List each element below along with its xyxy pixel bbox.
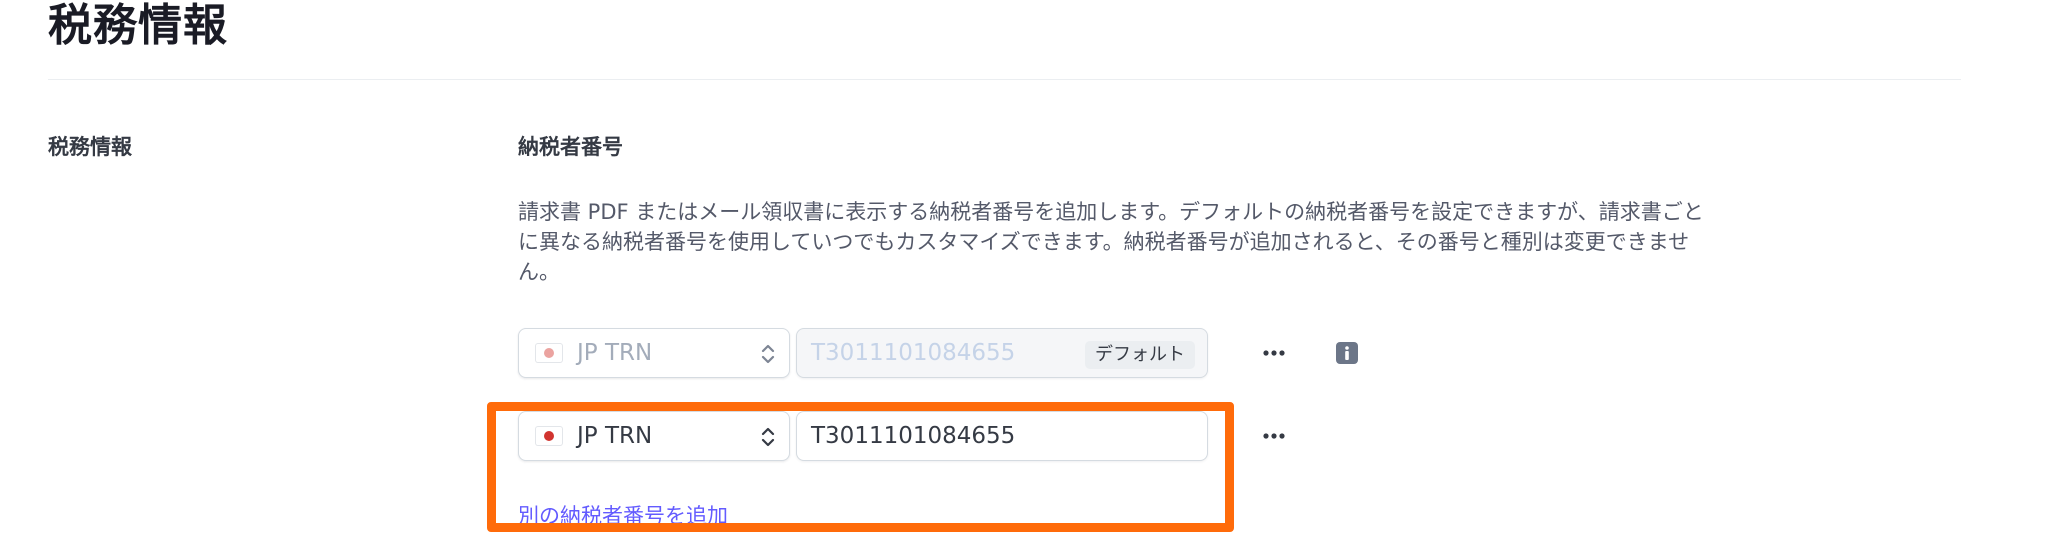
tax-id-type-value: JP TRN	[577, 340, 653, 366]
highlight-annotation	[487, 402, 1234, 532]
divider	[48, 79, 1961, 80]
chevron-up-down-icon	[761, 344, 775, 364]
tax-settings-page: 税務情報 税務情報 納税者番号 請求書 PDF またはメール領収書に表示する納税…	[0, 0, 2048, 550]
more-horizontal-icon	[1263, 350, 1285, 356]
field-title: 納税者番号	[518, 135, 623, 159]
info-icon[interactable]	[1336, 342, 1358, 364]
page-title: 税務情報	[48, 0, 228, 51]
more-actions-button[interactable]	[1254, 338, 1294, 368]
tax-id-value: T3011101084655	[811, 340, 1016, 366]
japan-flag-icon	[535, 343, 563, 363]
tax-id-value-input: T3011101084655 デフォルト	[796, 328, 1208, 378]
section-label: 税務情報	[48, 135, 132, 159]
field-description: 請求書 PDF またはメール領収書に表示する納税者番号を追加します。デフォルトの…	[518, 200, 1704, 284]
more-actions-button[interactable]	[1254, 421, 1294, 451]
more-horizontal-icon	[1263, 433, 1285, 439]
default-badge: デフォルト	[1085, 341, 1195, 369]
tax-id-type-select: JP TRN	[518, 328, 790, 378]
